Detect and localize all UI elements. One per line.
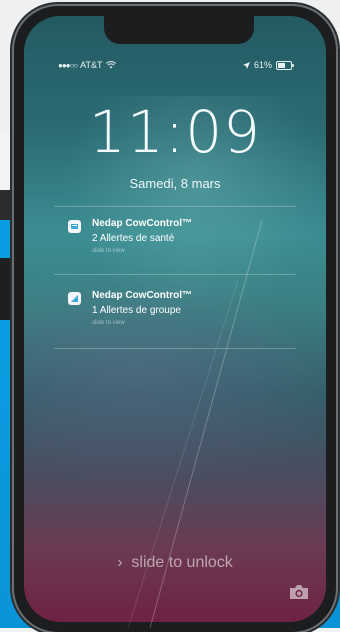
lock-screen: ●●●○○ AT&T 61% 11:09 Samedi, 8 mars Neda…: [24, 16, 326, 622]
location-arrow-icon: [242, 61, 250, 69]
chevron-right-icon: ›: [117, 554, 123, 571]
battery-level-fill: [278, 62, 285, 68]
notification-hint: slide to view: [92, 320, 125, 326]
notification-divider: [54, 274, 296, 275]
notification-app-name: Nedap CowControl™: [92, 290, 192, 301]
phone-frame: ●●●○○ AT&T 61% 11:09 Samedi, 8 mars Neda…: [14, 6, 336, 632]
signal-strength-icon: ●●●○○: [58, 60, 78, 70]
cow-control-app-icon: [68, 220, 81, 233]
wifi-icon: [105, 61, 116, 69]
carrier-label: AT&T: [80, 60, 103, 70]
notification-app-name: Nedap CowControl™: [92, 218, 192, 229]
notification-divider: [54, 206, 296, 207]
battery-icon: [276, 60, 294, 70]
status-bar: ●●●○○ AT&T 61%: [58, 60, 294, 72]
notification-message: 1 Allertes de groupe: [92, 305, 181, 316]
notification-divider: [54, 348, 296, 349]
cow-control-app-icon: [68, 292, 81, 305]
lock-screen-clock: 11:09: [88, 98, 262, 166]
phone-notch: [104, 16, 254, 44]
camera-icon[interactable]: [288, 584, 310, 600]
notification-hint: slide to view: [92, 248, 125, 254]
notification-message: 2 Allertes de santé: [92, 233, 175, 244]
slide-to-unlock[interactable]: › slide to unlock: [24, 554, 326, 572]
battery-percent: 61%: [253, 60, 272, 70]
unlock-hint-text: slide to unlock: [131, 554, 233, 571]
lock-screen-date: Samedi, 8 mars: [129, 176, 221, 191]
